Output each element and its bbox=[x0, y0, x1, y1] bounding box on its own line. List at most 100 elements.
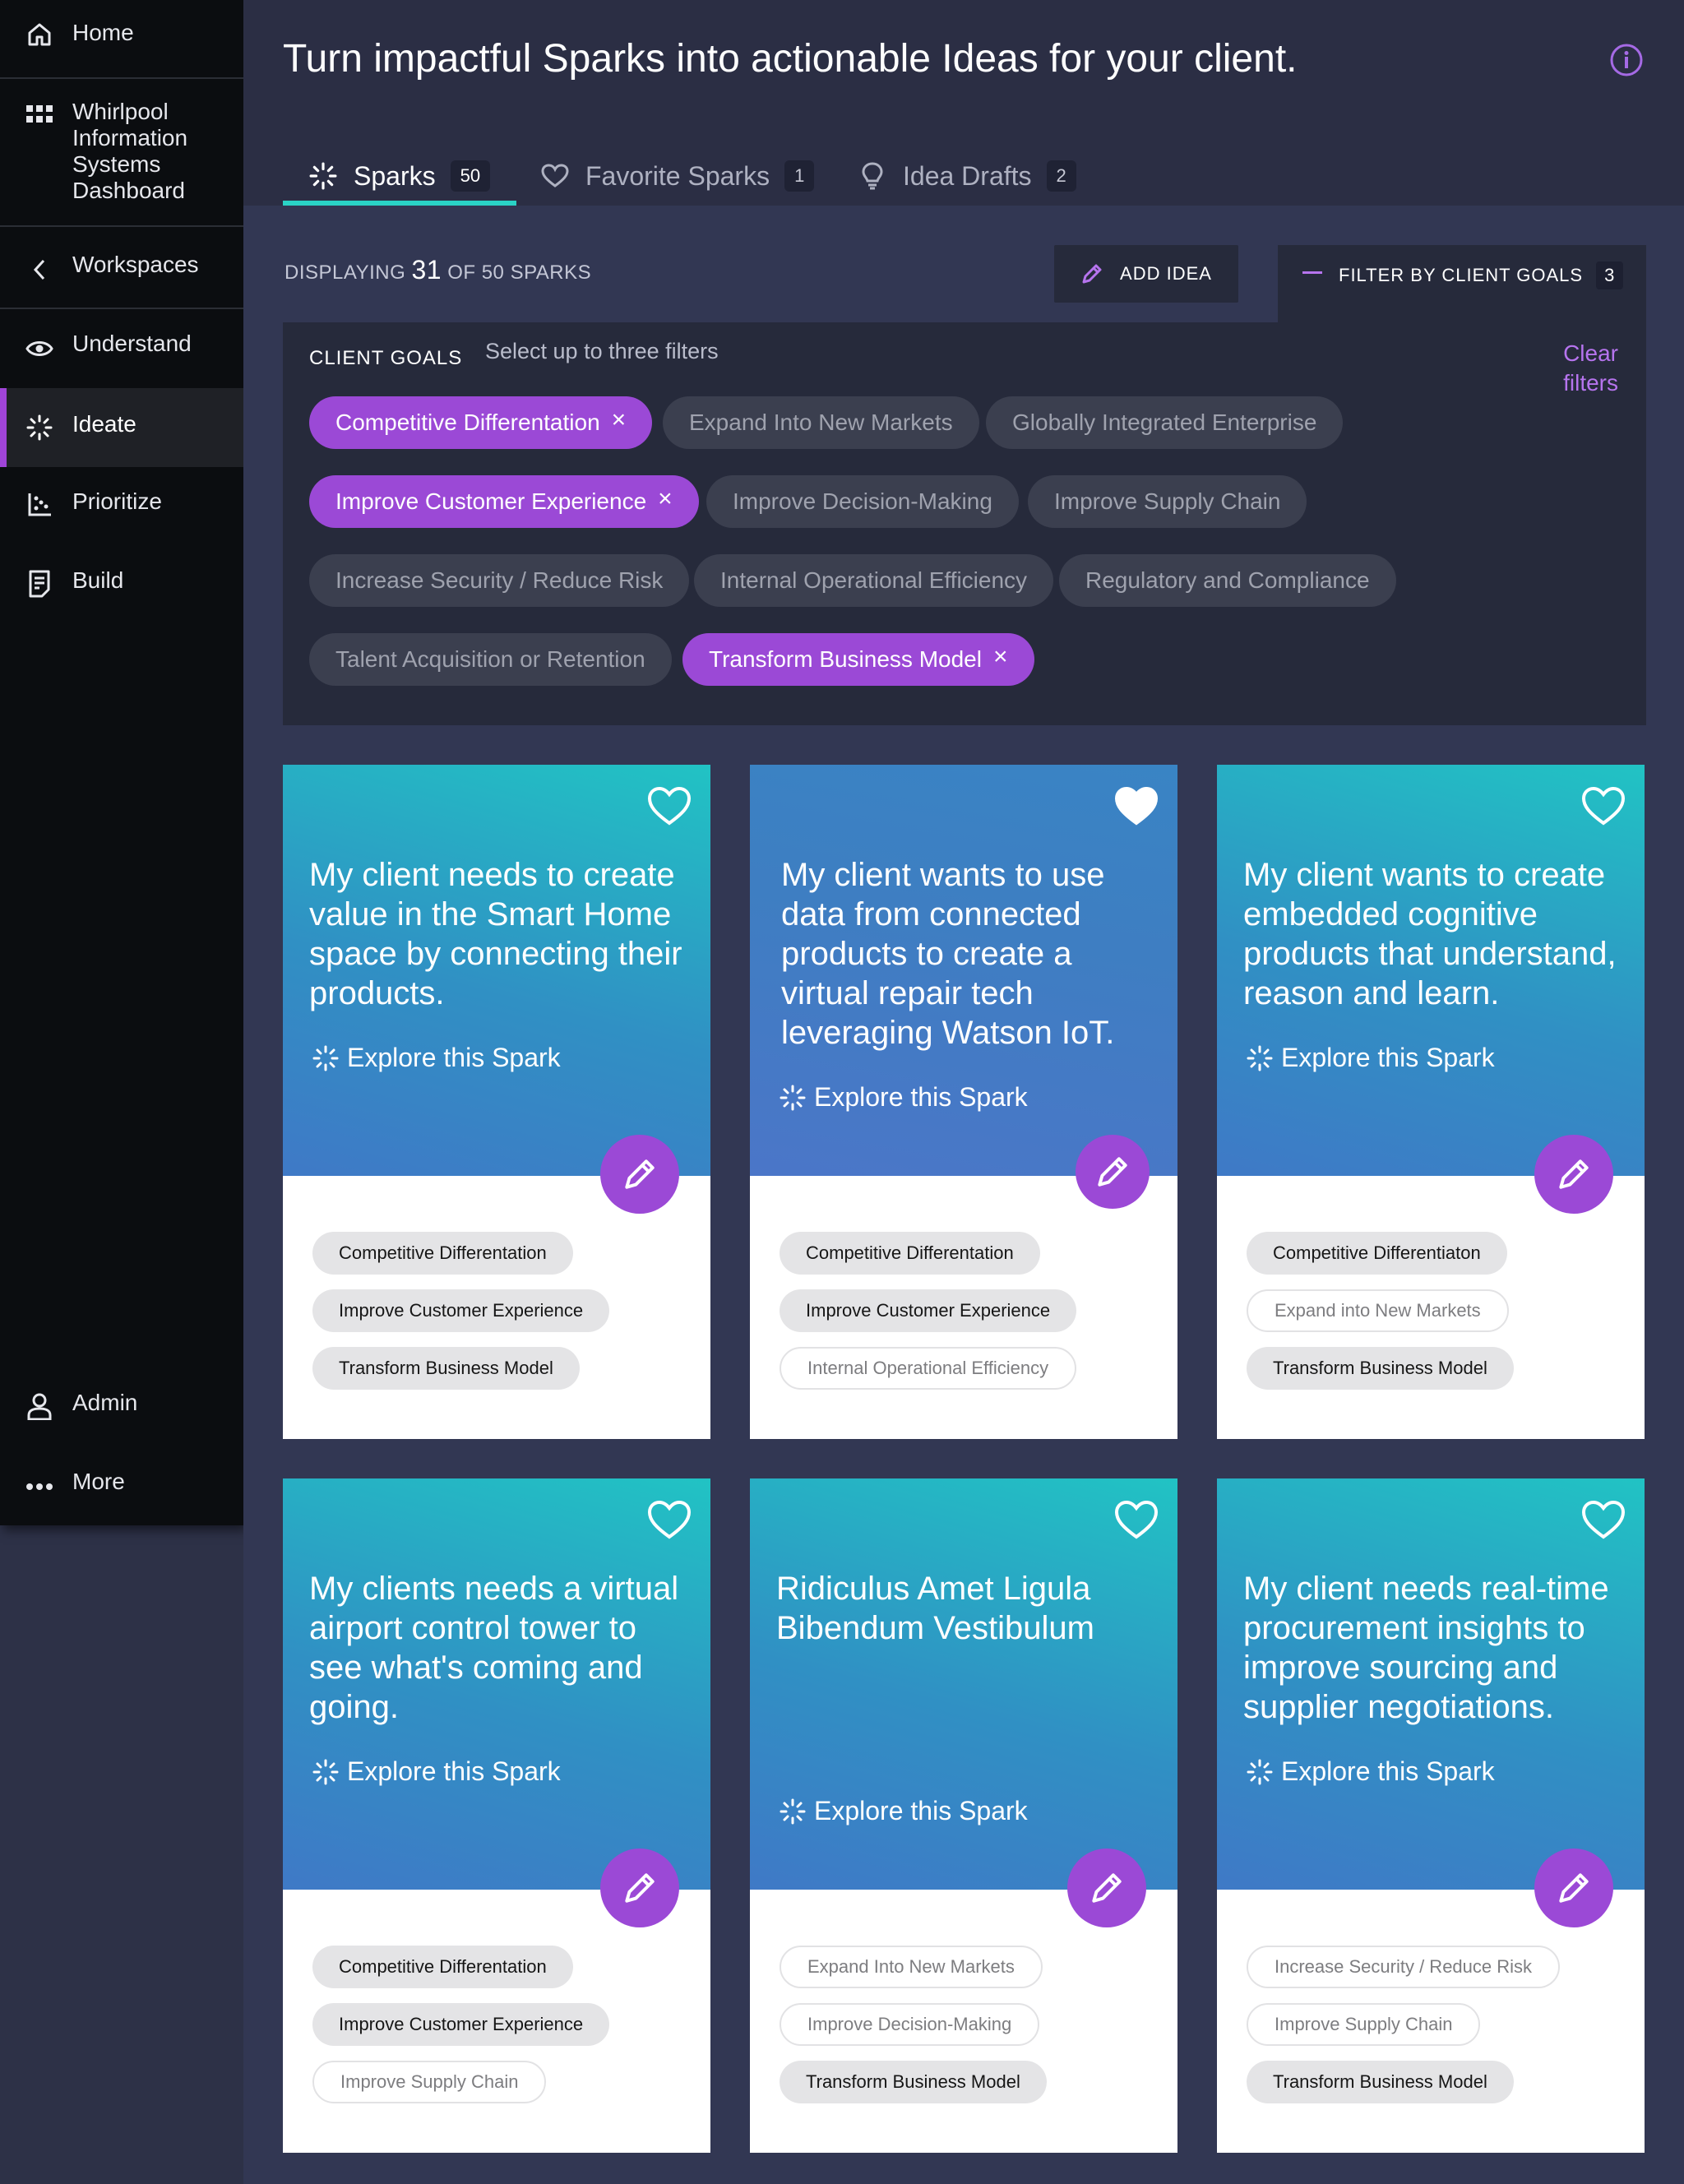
spark-card[interactable]: My client needs real-time procurement in… bbox=[1217, 1478, 1645, 2153]
heart-icon bbox=[539, 160, 571, 192]
pencil-icon bbox=[1092, 1873, 1122, 1903]
tab-count: 50 bbox=[450, 160, 491, 192]
explore-label: Explore this Spark bbox=[347, 1756, 561, 1786]
explore-label: Explore this Spark bbox=[1281, 1043, 1495, 1072]
sidebar-item-label: Admin bbox=[72, 1390, 138, 1415]
sidebar-item-label: Home bbox=[72, 20, 134, 45]
filter-chip[interactable]: Improve Customer Experience × bbox=[309, 475, 699, 528]
goal-tag: Transform Business Model bbox=[1247, 2061, 1514, 2103]
explore-label: Explore this Spark bbox=[814, 1796, 1028, 1825]
card-title: Ridiculus Amet Ligula Bibendum Vestibulu… bbox=[776, 1571, 1094, 1646]
sidebar-item-prioritize[interactable]: Prioritize bbox=[0, 488, 243, 528]
heart-icon[interactable] bbox=[646, 1498, 692, 1541]
goal-tag: Expand Into New Markets bbox=[780, 1946, 1043, 1988]
edit-button[interactable] bbox=[1076, 1135, 1150, 1209]
chip-label: Internal Operational Efficiency bbox=[720, 567, 1028, 593]
edit-button[interactable] bbox=[600, 1849, 679, 1927]
sidebar-item-more[interactable]: More bbox=[0, 1469, 243, 1508]
filter-panel-title: CLIENT GOALS bbox=[309, 347, 463, 369]
pencil-icon bbox=[1559, 1873, 1589, 1903]
filter-chip[interactable]: Globally Integrated Enterprise bbox=[986, 396, 1344, 449]
results-prefix: DISPLAYING bbox=[285, 261, 406, 284]
tab-idea-drafts[interactable]: Idea Drafts 2 bbox=[857, 146, 1076, 206]
heart-icon[interactable] bbox=[646, 784, 692, 827]
sidebar-item-build[interactable]: Build bbox=[0, 567, 243, 607]
sidebar-item-admin[interactable]: Admin bbox=[0, 1390, 243, 1429]
edit-button[interactable] bbox=[1067, 1849, 1146, 1927]
goal-tag: Competitive Differentation bbox=[780, 1232, 1040, 1275]
spark-card[interactable]: My clients needs a virtual airport contr… bbox=[283, 1478, 710, 2153]
edit-button[interactable] bbox=[1534, 1135, 1613, 1214]
close-icon[interactable]: × bbox=[612, 406, 627, 434]
filter-chip[interactable]: Talent Acquisition or Retention bbox=[309, 633, 672, 686]
explore-spark-link[interactable]: Explore this Spark bbox=[780, 1082, 1028, 1113]
filter-chip[interactable]: Transform Business Model × bbox=[682, 633, 1034, 686]
filter-chip[interactable]: Increase Security / Reduce Risk bbox=[309, 554, 690, 607]
filter-chip[interactable]: Internal Operational Efficiency bbox=[694, 554, 1054, 607]
edit-button[interactable] bbox=[1534, 1849, 1613, 1927]
spark-card[interactable]: Ridiculus Amet Ligula Bibendum Vestibulu… bbox=[750, 1478, 1177, 2153]
tab-favorite-sparks[interactable]: Favorite Sparks 1 bbox=[539, 146, 815, 206]
sidebar-item-understand[interactable]: Understand bbox=[0, 331, 243, 370]
clear-filters-link[interactable]: Clear filters bbox=[1520, 339, 1618, 398]
goal-tag: Improve Supply Chain bbox=[312, 2061, 547, 2103]
divider bbox=[0, 77, 243, 79]
sidebar-item-home[interactable]: Home bbox=[0, 20, 243, 59]
chip-label: Competitive Differentation bbox=[335, 410, 600, 435]
filter-chip[interactable]: Regulatory and Compliance bbox=[1059, 554, 1396, 607]
divider bbox=[0, 308, 243, 309]
explore-spark-link[interactable]: Explore this Spark bbox=[312, 1043, 561, 1073]
goal-tag: Competitive Differentiaton bbox=[1247, 1232, 1507, 1275]
filter-count-badge: 3 bbox=[1596, 261, 1624, 289]
heart-icon[interactable] bbox=[1580, 784, 1626, 827]
spark-icon bbox=[25, 413, 54, 442]
filter-by-goals-button[interactable]: FILTER BY CLIENT GOALS 3 bbox=[1278, 245, 1646, 322]
more-icon bbox=[25, 1472, 54, 1502]
filter-chip[interactable]: Improve Supply Chain bbox=[1028, 475, 1307, 528]
explore-spark-link[interactable]: Explore this Spark bbox=[312, 1756, 561, 1787]
sidebar-item-label: Workspaces bbox=[72, 252, 199, 277]
edit-button[interactable] bbox=[600, 1135, 679, 1214]
filter-chip[interactable]: Competitive Differentation × bbox=[309, 396, 653, 449]
chip-label: Expand Into New Markets bbox=[689, 410, 953, 435]
spark-card[interactable]: My client wants to create embedded cogni… bbox=[1217, 765, 1645, 1439]
goal-tag: Improve Customer Experience bbox=[780, 1289, 1077, 1332]
goal-tag: Competitive Differentation bbox=[312, 1232, 573, 1275]
filter-chip[interactable]: Improve Decision-Making bbox=[706, 475, 1019, 528]
heart-filled-icon[interactable] bbox=[1113, 784, 1159, 827]
pencil-icon bbox=[1098, 1157, 1127, 1187]
close-icon[interactable]: × bbox=[993, 643, 1008, 671]
scatter-chart-icon bbox=[25, 490, 54, 520]
goal-tag: Improve Customer Experience bbox=[312, 2003, 610, 2046]
spark-card[interactable]: My client needs to create value in the S… bbox=[283, 765, 710, 1439]
chip-label: Globally Integrated Enterprise bbox=[1012, 410, 1317, 435]
collapse-icon bbox=[1302, 271, 1322, 274]
add-idea-button[interactable]: ADD IDEA bbox=[1054, 245, 1238, 303]
explore-spark-link[interactable]: Explore this Spark bbox=[780, 1796, 1028, 1826]
tab-count: 2 bbox=[1046, 160, 1076, 192]
spark-icon bbox=[780, 1798, 806, 1824]
close-icon[interactable]: × bbox=[658, 485, 673, 513]
sidebar-item-ideate[interactable]: Ideate bbox=[0, 388, 243, 467]
sidebar-item-workspaces[interactable]: Workspaces bbox=[0, 252, 243, 291]
tab-sparks[interactable]: Sparks 50 bbox=[308, 146, 491, 206]
filter-chip[interactable]: Expand Into New Markets bbox=[663, 396, 979, 449]
goal-tag: Competitive Differentation bbox=[312, 1946, 573, 1988]
card-header: My client wants to use data from connect… bbox=[750, 765, 1177, 1176]
heart-icon[interactable] bbox=[1580, 1498, 1626, 1541]
pencil-icon bbox=[625, 1873, 655, 1903]
explore-label: Explore this Spark bbox=[347, 1043, 561, 1072]
user-icon bbox=[25, 1391, 54, 1421]
pencil-icon bbox=[1082, 264, 1102, 284]
results-count: DISPLAYING 31 OF 50 SPARKS bbox=[285, 255, 591, 285]
card-header: Ridiculus Amet Ligula Bibendum Vestibulu… bbox=[750, 1478, 1177, 1890]
explore-spark-link[interactable]: Explore this Spark bbox=[1247, 1043, 1495, 1073]
chip-label: Talent Acquisition or Retention bbox=[335, 646, 645, 672]
tab-label: Idea Drafts bbox=[903, 160, 1032, 191]
info-icon[interactable] bbox=[1609, 43, 1644, 77]
spark-card[interactable]: My client wants to use data from connect… bbox=[750, 765, 1177, 1439]
explore-spark-link[interactable]: Explore this Spark bbox=[1247, 1756, 1495, 1787]
sidebar-item-dashboard[interactable]: Whirlpool Information Systems Dashboard bbox=[0, 99, 243, 214]
heart-icon[interactable] bbox=[1113, 1498, 1159, 1541]
goal-tag: Increase Security / Reduce Risk bbox=[1247, 1946, 1561, 1988]
